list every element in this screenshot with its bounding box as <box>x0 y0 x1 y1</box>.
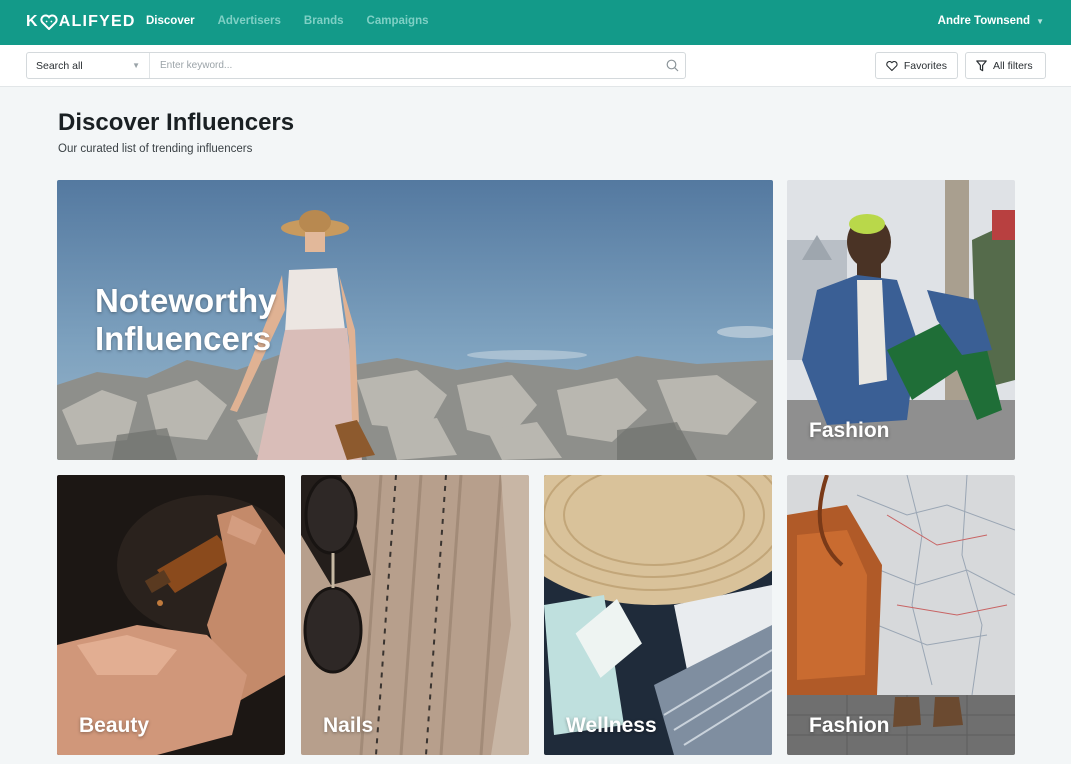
travel-photo <box>787 475 1015 755</box>
card-title: Fashion <box>809 419 890 442</box>
card-title: Fashion <box>809 714 890 737</box>
category-card-wellness[interactable]: Wellness <box>544 475 772 755</box>
logo-text-start: K <box>26 13 39 30</box>
favorites-label: Favorites <box>903 59 947 72</box>
fashion-photo <box>787 180 1015 460</box>
all-filters-label: All filters <box>993 59 1033 72</box>
nav-campaigns[interactable]: Campaigns <box>367 15 429 27</box>
category-card-nails[interactable]: Nails <box>301 475 529 755</box>
category-card-noteworthy[interactable]: Noteworthy Influencers <box>57 180 773 460</box>
nav-advertisers[interactable]: Advertisers <box>218 15 281 27</box>
all-filters-button[interactable]: All filters <box>965 52 1046 79</box>
favorites-button[interactable]: Favorites <box>875 52 958 79</box>
card-title: Wellness <box>566 714 657 737</box>
card-title: Beauty <box>79 714 150 737</box>
filter-icon <box>976 59 987 71</box>
search-scope-value: Search all <box>36 59 83 72</box>
search-scope-select[interactable]: Search all ▼ <box>27 53 150 78</box>
page-title: Discover Influencers <box>58 109 295 136</box>
category-card-fashion[interactable]: Fashion <box>787 180 1015 460</box>
top-navbar: K ALIFYED Discover Advertisers Brands Ca… <box>0 0 1071 45</box>
beauty-photo <box>57 475 285 755</box>
user-menu[interactable]: Andre Townsend ▼ <box>938 15 1044 27</box>
nav-discover[interactable]: Discover <box>146 15 195 27</box>
nails-photo <box>301 475 529 755</box>
category-card-beauty[interactable]: Beauty <box>57 475 285 755</box>
wellness-photo <box>544 475 772 755</box>
heart-icon <box>886 60 898 71</box>
koala-heart-icon <box>40 14 58 30</box>
logo-text-end: ALIFYED <box>58 13 136 30</box>
search-box: Search all ▼ <box>26 52 686 79</box>
search-input[interactable] <box>150 53 659 78</box>
nav-brands[interactable]: Brands <box>304 15 344 27</box>
card-title: Nails <box>323 714 374 737</box>
category-card-fashion-travel[interactable]: Fashion <box>787 475 1015 755</box>
brand-logo[interactable]: K ALIFYED <box>26 13 136 31</box>
user-name: Andre Townsend <box>937 15 1031 27</box>
chevron-down-icon: ▼ <box>1036 16 1044 26</box>
card-title: Noteworthy Influencers <box>95 282 277 357</box>
page-subtitle: Our curated list of trending influencers <box>58 143 253 155</box>
main-nav: Discover Advertisers Brands Campaigns <box>146 15 452 27</box>
search-toolbar: Search all ▼ Favorites All filters <box>0 45 1071 87</box>
search-icon[interactable] <box>659 53 685 78</box>
chevron-down-icon: ▼ <box>132 61 140 70</box>
